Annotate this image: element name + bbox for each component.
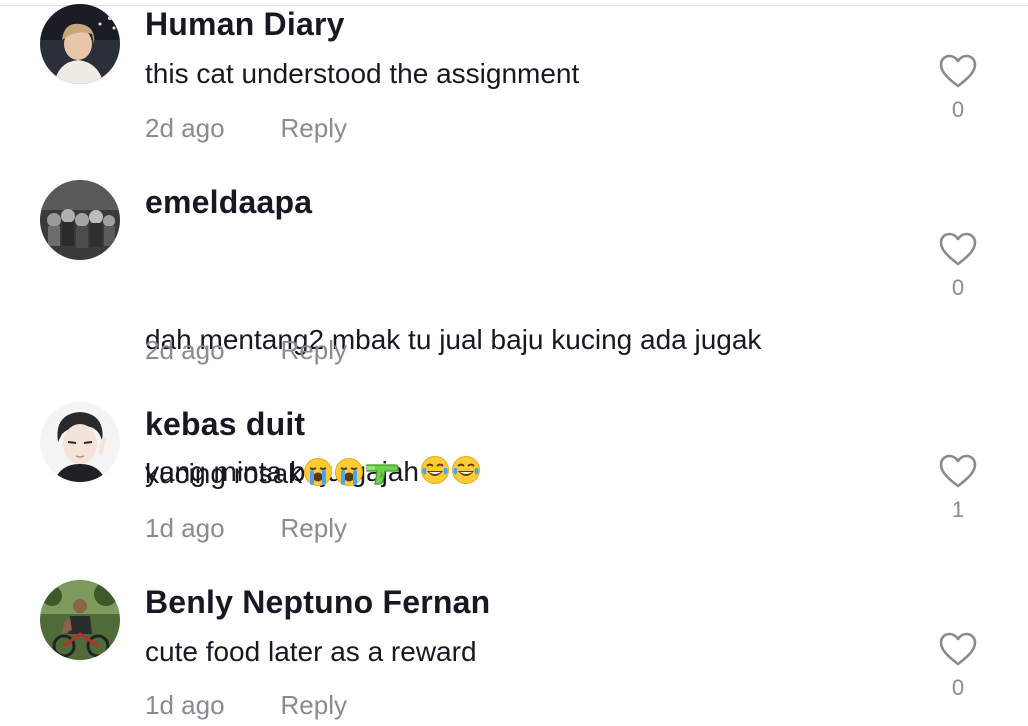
heart-icon[interactable] (938, 453, 978, 489)
like-control: 0 (938, 631, 978, 701)
comment-username[interactable]: Human Diary (145, 6, 345, 43)
comment-text-fragment: kucing rosak (145, 458, 303, 489)
like-count: 1 (951, 497, 965, 522)
reply-button[interactable]: Reply (281, 335, 347, 365)
comment-timestamp: 2d ago (145, 113, 225, 143)
loudly-crying-face-icon (304, 458, 333, 486)
avatar[interactable] (40, 4, 120, 84)
loudly-crying-face-icon (335, 458, 364, 486)
reply-button[interactable]: Reply (281, 513, 347, 543)
comment-meta: 1d ago Reply (145, 690, 347, 721)
heart-icon[interactable] (938, 631, 978, 667)
like-count: 0 (951, 275, 965, 300)
heart-icon[interactable] (938, 231, 978, 267)
comment-meta: 2d ago Reply (145, 113, 347, 144)
like-count: 0 (951, 97, 965, 122)
reply-button[interactable]: Reply (281, 690, 347, 720)
comment-meta: 1d ago Reply (145, 513, 347, 544)
comment-text: this cat understood the assignment (145, 58, 580, 89)
water-pistol-icon (366, 464, 399, 485)
comment-text: kucing rosak (145, 452, 905, 496)
comment-timestamp: 1d ago (145, 690, 225, 720)
comment-text: cute food later as a reward (145, 636, 477, 667)
comment-meta: 2d ago Reply (145, 335, 347, 366)
comment-username[interactable]: emeldaapa (145, 184, 312, 221)
avatar[interactable] (40, 580, 120, 660)
like-control: 0 (938, 231, 978, 301)
comment-timestamp: 1d ago (145, 513, 225, 543)
like-control: 1 (938, 453, 978, 523)
avatar[interactable] (40, 402, 120, 482)
avatar[interactable] (40, 180, 120, 260)
like-count: 0 (951, 675, 965, 700)
heart-icon[interactable] (938, 53, 978, 89)
comment-timestamp: 2d ago (145, 335, 225, 365)
reply-button[interactable]: Reply (281, 113, 347, 143)
like-control: 0 (938, 53, 978, 123)
comment-username[interactable]: Benly Neptuno Fernan (145, 584, 490, 621)
comment-username[interactable]: kebas duit (145, 406, 305, 443)
